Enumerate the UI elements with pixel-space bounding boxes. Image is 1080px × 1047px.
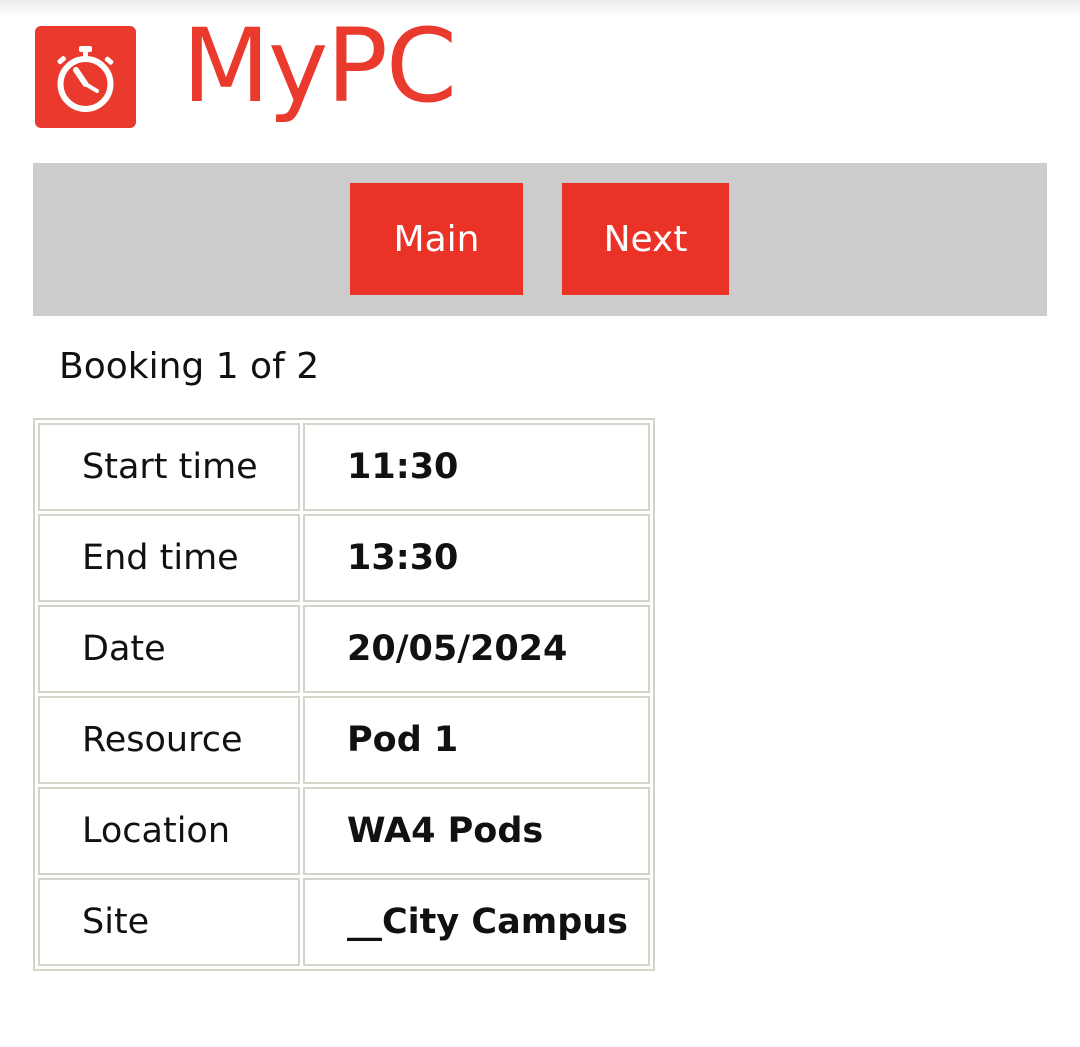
booking-counter: Booking 1 of 2 — [59, 346, 320, 387]
table-row: Location WA4 Pods — [38, 787, 650, 875]
row-label: Site — [38, 878, 300, 966]
status-bar-shade — [0, 0, 1080, 18]
next-button[interactable]: Next — [562, 183, 729, 295]
nav-bar: Main Next — [33, 163, 1047, 316]
table-row: Resource Pod 1 — [38, 696, 650, 784]
row-value: WA4 Pods — [303, 787, 650, 875]
main-button[interactable]: Main — [350, 183, 523, 295]
app-title: MyPC — [182, 7, 457, 126]
table-row: End time 13:30 — [38, 514, 650, 602]
row-value: 13:30 — [303, 514, 650, 602]
booking-details-table: Start time 11:30 End time 13:30 Date 20/… — [33, 418, 655, 971]
app-header: MyPC — [34, 16, 634, 155]
table-row: Start time 11:30 — [38, 423, 650, 511]
table-row: Date 20/05/2024 — [38, 605, 650, 693]
row-value: __City Campus — [303, 878, 650, 966]
row-label: Resource — [38, 696, 300, 784]
table-row: Site __City Campus — [38, 878, 650, 966]
row-label: End time — [38, 514, 300, 602]
logo — [35, 26, 136, 128]
row-label: Start time — [38, 423, 300, 511]
row-value: Pod 1 — [303, 696, 650, 784]
row-value: 20/05/2024 — [303, 605, 650, 693]
row-value: 11:30 — [303, 423, 650, 511]
row-label: Location — [38, 787, 300, 875]
row-label: Date — [38, 605, 300, 693]
